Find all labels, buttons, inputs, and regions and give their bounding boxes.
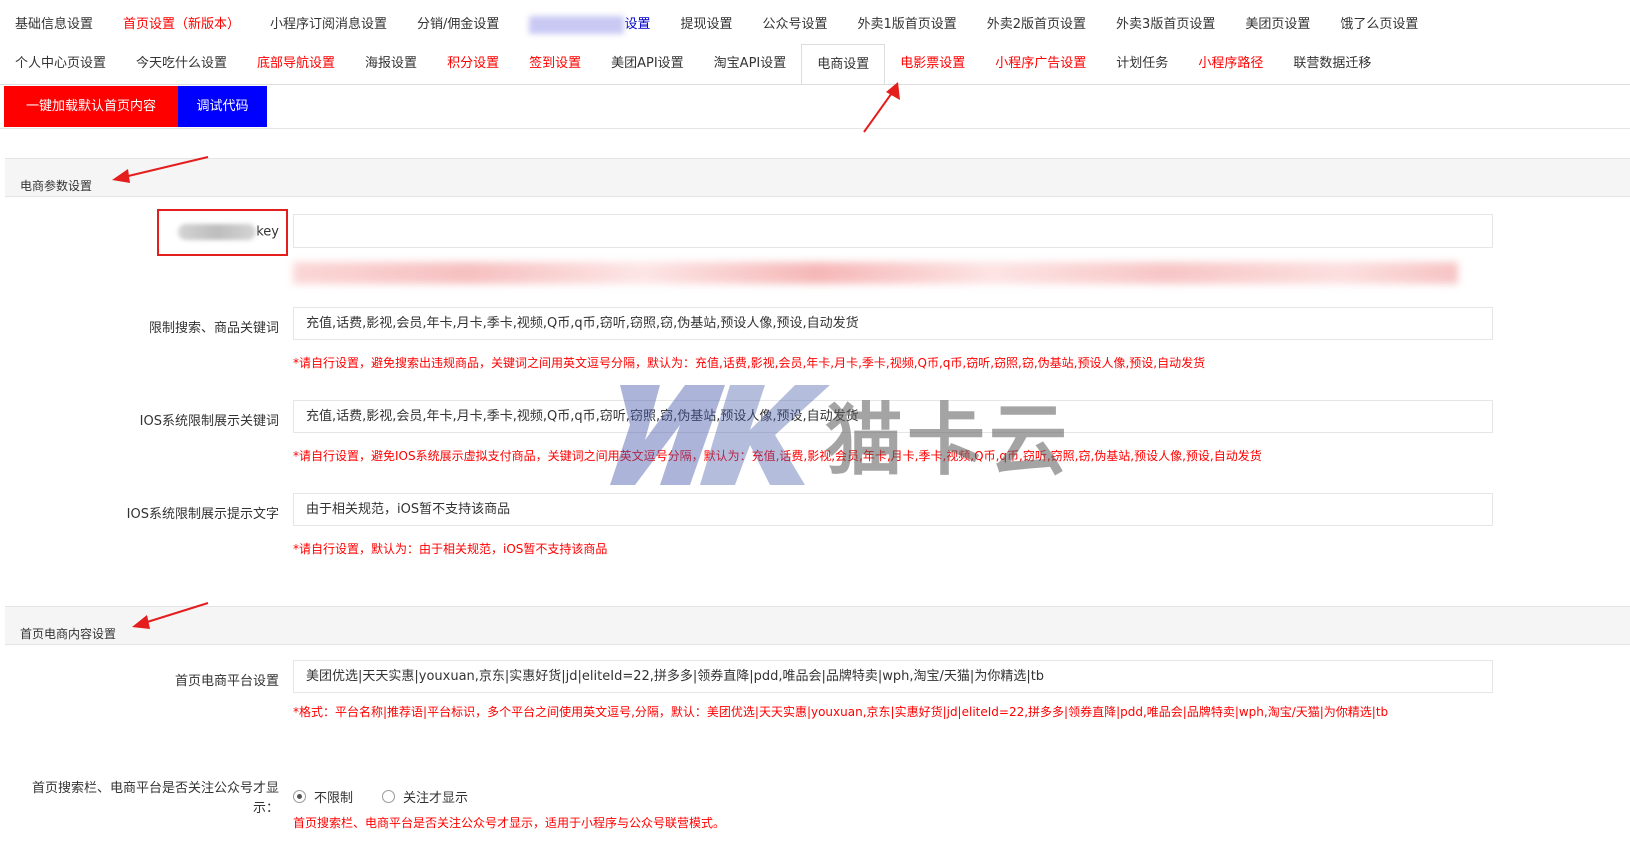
tab-basic-info[interactable]: 基础信息设置 [0,5,108,45]
section-title: 电商参数设置 [20,179,93,193]
debug-code-button[interactable]: 调试代码 [178,86,267,127]
tab-ecommerce[interactable]: 电商设置 [801,44,886,85]
content-divider [0,128,1630,129]
platform-input[interactable]: 美团优选|天天实惠|youxuan,京东|实惠好货|jd|eliteId=22,… [293,660,1493,693]
tab-what-to-eat[interactable]: 今天吃什么设置 [121,44,242,84]
ios-tip-input[interactable]: 由于相关规范，iOS暂不支持该商品 [293,493,1493,526]
load-default-button[interactable]: 一键加载默认首页内容 [4,86,178,127]
radio-unselected-icon [382,790,395,803]
blurred-hint-text [293,262,1458,284]
tab-scheduled-tasks[interactable]: 计划任务 [1101,44,1183,84]
follow-hint: 首页搜索栏、电商平台是否关注公众号才显示，适用于小程序与公众号联营模式。 [293,816,726,830]
tab-meituan-page[interactable]: 美团页设置 [1230,5,1325,45]
tab-bottom-nav[interactable]: 底部导航设置 [242,44,350,84]
follow-label-line1: 首页搜索栏、电商平台是否关注公众号才显 [31,781,279,796]
tab-withdraw[interactable]: 提现设置 [665,5,747,45]
radio-selected-icon [293,790,306,803]
tab-data-migration[interactable]: 联营数据迁移 [1278,44,1386,84]
tab-official-account[interactable]: 公众号设置 [747,5,842,45]
section-ecommerce-params: 电商参数设置 [5,158,1630,197]
tab-distribution[interactable]: 分销/佣金设置 [402,5,514,45]
restrict-keywords-input[interactable]: 充值,话费,影视,会员,年卡,月卡,季卡,视频,Q币,q币,窃听,窃照,窃,伪基… [293,307,1493,340]
tab-subscribe-msg[interactable]: 小程序订阅消息设置 [255,5,402,45]
tab-points[interactable]: 积分设置 [432,44,514,84]
blurred-tab-text [529,15,625,34]
tab-row-1: 基础信息设置 首页设置（新版本） 小程序订阅消息设置 分销/佣金设置 设置 提现… [0,5,1433,45]
radio-follow-only[interactable]: 关注才显示 [382,787,468,806]
tab-taobao-api[interactable]: 淘宝API设置 [699,44,802,84]
section-title: 首页电商内容设置 [20,627,117,641]
tab-blurred-settings-label: 设置 [624,17,651,32]
tab-checkin[interactable]: 签到设置 [514,44,596,84]
tab-meituan-api[interactable]: 美团API设置 [596,44,699,84]
tab-eleme-page[interactable]: 饿了么页设置 [1325,5,1433,45]
tab-poster[interactable]: 海报设置 [350,44,432,84]
watermark-text: 猫卡云 [825,396,1072,486]
follow-label-line2: 示： [252,801,279,816]
tab-movie-ticket[interactable]: 电影票设置 [885,44,980,84]
tab-row-2: 个人中心页设置 今天吃什么设置 底部导航设置 海报设置 积分设置 签到设置 美团… [0,44,1386,85]
tab-blurred-settings[interactable]: 设置 [514,5,665,45]
tab-miniprogram-path[interactable]: 小程序路径 [1183,44,1278,84]
ios-keywords-hint: *请自行设置，避免IOS系统展示虚拟支付商品，关键词之间用英文逗号分隔，默认为：… [293,449,1262,463]
radio-no-limit[interactable]: 不限制 [293,787,353,806]
annotation-arrow-icon [863,82,900,133]
tab-takeout-3[interactable]: 外卖3版首页设置 [1101,5,1230,45]
section-home-ecommerce: 首页电商内容设置 [5,606,1630,645]
radio-follow-only-label: 关注才显示 [403,791,469,806]
tab-home-new[interactable]: 首页设置（新版本） [108,5,255,45]
restrict-keywords-hint: *请自行设置，避免搜索出违规商品，关键词之间用英文逗号分隔，默认为：充值,话费,… [293,356,1206,370]
key-input[interactable] [293,214,1493,248]
platform-label: 首页电商平台设置 [174,674,279,689]
platform-hint: *格式：平台名称|推荐语|平台标识，多个平台之间使用英文逗号,分隔，默认：美团优… [293,705,1389,719]
restrict-keywords-label: 限制搜索、商品关键词 [148,321,279,336]
ios-keywords-label: IOS系统限制展示关键词 [139,414,279,429]
radio-no-limit-label: 不限制 [314,791,354,806]
follow-label: 首页搜索栏、电商平台是否关注公众号才显 示： [32,779,279,819]
tab-divider [0,84,1630,85]
tab-miniprogram-ads[interactable]: 小程序广告设置 [980,44,1101,84]
ios-tip-label: IOS系统限制展示提示文字 [126,507,279,522]
tab-takeout-1[interactable]: 外卖1版首页设置 [842,5,971,45]
tab-takeout-2[interactable]: 外卖2版首页设置 [972,5,1101,45]
ios-tip-hint: *请自行设置，默认为：由于相关规范，iOS暂不支持该商品 [293,542,608,556]
annotation-box [157,209,288,256]
tab-user-center[interactable]: 个人中心页设置 [0,44,121,84]
